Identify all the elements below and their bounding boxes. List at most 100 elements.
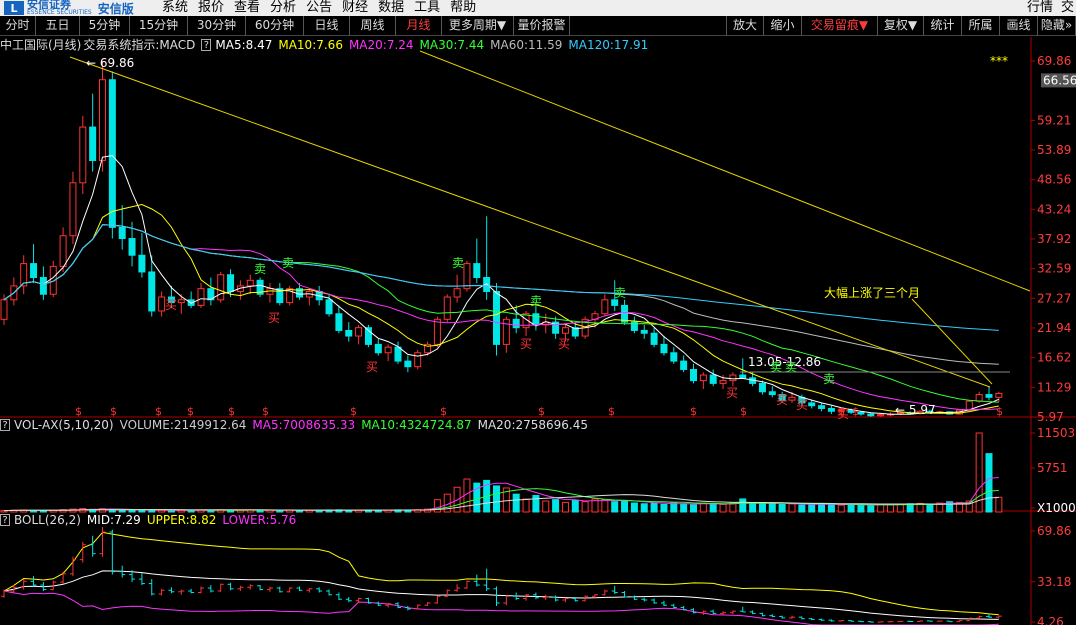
candle-body	[640, 329, 648, 334]
volume-bar	[512, 493, 520, 513]
candle-body	[148, 271, 156, 312]
menu-item[interactable]: 财经	[342, 0, 368, 15]
menu-item[interactable]: 查看	[234, 0, 260, 15]
y-tick-label: 32.59	[1037, 262, 1071, 276]
period-tab[interactable]: 5分钟	[80, 16, 130, 36]
tool-button[interactable]: 缩小	[764, 16, 802, 36]
volume-bar	[985, 453, 993, 513]
tool-button[interactable]: 画线	[1000, 16, 1038, 36]
help-icon[interactable]: ?	[201, 39, 212, 51]
ma20-line	[3, 224, 999, 411]
period-tab[interactable]: 分时	[0, 16, 36, 36]
boll-lower-line	[3, 590, 999, 625]
current-price-label: 66.56	[1043, 73, 1076, 87]
sell-marker: 卖	[614, 286, 626, 300]
tool-button[interactable]: 放大	[726, 16, 764, 36]
volume-bar	[926, 503, 934, 513]
period-tab[interactable]: 月线	[396, 16, 442, 36]
sell-marker: 卖	[452, 256, 464, 270]
buy-marker: 买	[520, 337, 532, 351]
period-toolbar: 分时 五日 5分钟 15分钟 30分钟 60分钟 日线 周线 月线 更多周期▼ 量价报警 放大 缩小 交易…	[0, 16, 1076, 36]
menu-item[interactable]: 帮助	[450, 0, 476, 15]
volume-title[interactable]: VOL-AX(5,10,20)	[14, 417, 114, 433]
boll-tick-label: 4.26	[1037, 615, 1064, 625]
period-tab[interactable]: 五日	[36, 16, 80, 36]
period-tab[interactable]: 量价报警	[514, 16, 570, 36]
volume-bar	[877, 503, 885, 513]
candle-body	[59, 235, 67, 267]
system-indicator[interactable]: 交易系统指示:MACD	[83, 37, 195, 53]
ma-legend: MA60:11.59	[490, 38, 563, 52]
period-tab[interactable]: 周线	[350, 16, 396, 36]
candle-body	[433, 318, 441, 345]
app-edition: 安信版	[97, 1, 134, 16]
boll-mid-line	[3, 570, 999, 620]
volume-bar	[778, 503, 786, 513]
candle-body	[561, 327, 569, 334]
period-tab[interactable]: 60分钟	[246, 16, 304, 36]
candle-body	[739, 374, 747, 379]
period-tab[interactable]: 日线	[304, 16, 350, 36]
candle-body	[197, 288, 205, 306]
tool-button[interactable]: 隐藏»	[1038, 16, 1076, 36]
menu-item[interactable]: 数据	[378, 0, 404, 15]
boll-legend: LOWER:5.76	[222, 513, 297, 527]
menu-item-right[interactable]: 交	[1061, 0, 1074, 15]
candle-body	[729, 374, 737, 382]
candle-body	[138, 254, 146, 273]
candle-body	[690, 368, 697, 382]
candle-body	[89, 126, 97, 162]
menu-item[interactable]: 分析	[270, 0, 296, 15]
candle-body	[414, 352, 422, 368]
tool-button[interactable]: 统计	[924, 16, 962, 36]
candle-body	[827, 407, 835, 412]
candle-body	[79, 126, 87, 184]
annotation-text: 大幅上涨了三个月	[824, 285, 920, 300]
stock-chart[interactable]: 69.86 59.21 53.89 48.56 43.24 37.92 32.59 27.27…	[0, 37, 1076, 625]
buy-marker: 买	[366, 360, 378, 374]
dollar-marker: $	[996, 405, 1003, 418]
menu-item[interactable]: 工具	[414, 0, 440, 15]
y-tick-label: 48.56	[1037, 173, 1071, 187]
menu-item[interactable]: 公告	[306, 0, 332, 15]
candle-body	[453, 288, 461, 298]
period-tab[interactable]: 更多周期▼	[442, 16, 514, 36]
boll-title[interactable]: BOLL(26,2)	[14, 512, 81, 528]
help-icon[interactable]: ?	[0, 419, 10, 431]
candle-body	[217, 274, 225, 301]
candle-body	[621, 304, 629, 323]
tool-button[interactable]: 复权▼	[878, 16, 924, 36]
candle-body	[394, 346, 402, 362]
volume-bar	[827, 503, 835, 513]
volume-bar	[788, 503, 796, 513]
candle-body	[99, 79, 106, 162]
volume-bar	[433, 499, 441, 513]
volume-panel-info: ? VOL-AX(5,10,20) VOLUME:2149912.64 MA5:…	[0, 417, 594, 433]
volume-bar	[650, 502, 658, 513]
help-icon[interactable]: ?	[0, 514, 10, 526]
volume-bar	[630, 502, 638, 513]
period-tab[interactable]: 15分钟	[130, 16, 188, 36]
tool-button[interactable]: 所属	[962, 16, 1000, 36]
candle-body	[758, 382, 766, 393]
volume-bar	[493, 485, 500, 513]
volume-bar	[857, 504, 865, 513]
menu-item[interactable]: 系统	[162, 0, 188, 15]
candle-body	[404, 360, 412, 368]
tool-button[interactable]: 交易留痕▼	[802, 16, 878, 36]
candle-body	[443, 296, 451, 320]
y-tick-label: 21.94	[1037, 321, 1071, 335]
boll-legend: MID:7.29	[86, 513, 141, 527]
period-tab[interactable]: 30分钟	[188, 16, 246, 36]
buy-marker: 买	[268, 311, 280, 325]
buy-marker: 买	[796, 398, 808, 412]
candle-body	[877, 414, 885, 417]
volume-bar	[571, 499, 579, 513]
candle-body	[0, 299, 8, 320]
menu-item[interactable]: 报价	[198, 0, 224, 15]
volume-bar	[847, 504, 855, 513]
volume-tick-label: 11503	[1037, 426, 1075, 440]
menu-item-right[interactable]: 行情	[1027, 0, 1053, 15]
candle-body	[660, 343, 668, 354]
trend-line	[419, 50, 1031, 292]
